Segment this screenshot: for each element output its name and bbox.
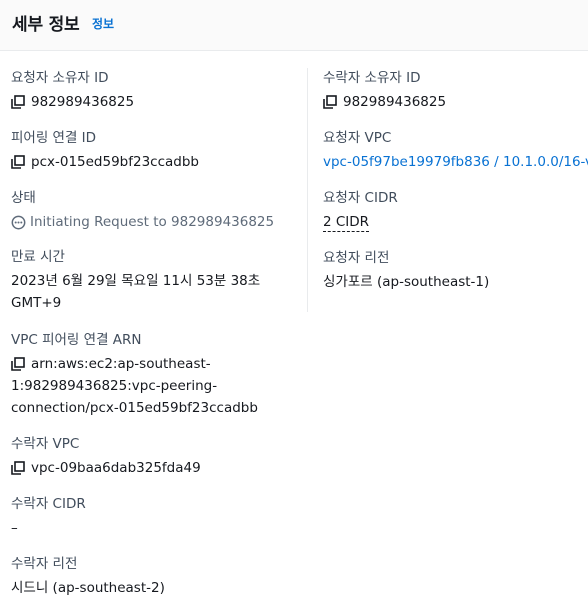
field-label: 요청자 소유자 ID: [11, 70, 109, 86]
field-label: 만료 시간: [11, 249, 65, 265]
arn-line-2: 1:982989436825:vpc-peering-: [11, 378, 218, 394]
field-label: 상태: [11, 190, 36, 206]
peering-arn-value: arn:aws:ec2:ap-southeast- 1:982989436825…: [11, 353, 258, 419]
accepter-cidr-field: 수락자 CIDR –: [11, 495, 86, 539]
requester-cidr-popover-trigger[interactable]: 2 CIDR: [323, 214, 370, 232]
requester-vpc-link[interactable]: vpc-05f97be19979fb836 / 10.1.0.0/16-vpc: [323, 151, 588, 173]
accepter-region-field: 수락자 리전 시드니 (ap-southeast-2): [11, 555, 165, 599]
pending-status-icon: [11, 215, 26, 229]
field-label: 요청자 리전: [323, 250, 390, 266]
status-text: Initiating Request to 982989436825: [30, 214, 275, 230]
right-column: 수락자 소유자 ID 982989436825 요청자 VPC vpc-05f9…: [307, 68, 588, 312]
requester-cidr-field: 요청자 CIDR 2 CIDR: [323, 189, 398, 233]
expiry-time-line-1: 2023년 6월 29일 목요일 11시 53분 38초: [11, 273, 261, 289]
expiry-time-value: 2023년 6월 29일 목요일 11시 53분 38초 GMT+9: [11, 270, 260, 314]
accepter-vpc-value: vpc-09baa6dab325fda49: [31, 460, 201, 476]
copy-icon[interactable]: [11, 461, 25, 475]
copy-icon[interactable]: [11, 95, 25, 109]
field-label: 요청자 VPC: [323, 130, 392, 146]
arn-line-3: connection/pcx-015ed59bf23ccadbb: [11, 400, 258, 416]
field-label: 요청자 CIDR: [323, 190, 398, 206]
accepter-vpc-field: 수락자 VPC vpc-09baa6dab325fda49: [11, 435, 201, 479]
copy-icon[interactable]: [323, 95, 337, 109]
expiry-time-line-2: GMT+9: [11, 295, 62, 311]
copy-icon[interactable]: [11, 357, 25, 371]
status-indicator: Initiating Request to 982989436825: [11, 211, 274, 233]
requester-region-value: 싱가포르 (ap-southeast-1): [323, 274, 490, 290]
arn-line-1: arn:aws:ec2:ap-southeast-: [31, 356, 211, 372]
expiry-time-field: 만료 시간 2023년 6월 29일 목요일 11시 53분 38초 GMT+9: [11, 248, 260, 314]
accepter-owner-id-field: 수락자 소유자 ID 982989436825: [323, 69, 446, 113]
requester-owner-id-value: 982989436825: [31, 94, 135, 110]
accepter-cidr-value: –: [11, 520, 18, 536]
requester-owner-id-field: 요청자 소유자 ID 982989436825: [11, 69, 134, 113]
field-label: 수락자 리전: [11, 556, 78, 572]
status-field: 상태 Initiating Request to 982989436825: [11, 189, 274, 233]
accepter-region-value: 시드니 (ap-southeast-2): [11, 580, 165, 596]
requester-vpc-field: 요청자 VPC vpc-05f97be19979fb836 / 10.1.0.0…: [323, 129, 588, 173]
copy-icon[interactable]: [11, 155, 25, 169]
details-header: 세부 정보 정보: [0, 0, 588, 51]
field-label: 수락자 CIDR: [11, 496, 86, 512]
peering-connection-id-value: pcx-015ed59bf23ccadbb: [31, 154, 199, 170]
requester-region-field: 요청자 리전 싱가포르 (ap-southeast-1): [323, 249, 489, 293]
section-title: 세부 정보: [12, 15, 80, 35]
left-column: 요청자 소유자 ID 982989436825 피어링 연결 ID pcx-01…: [0, 52, 306, 604]
field-label: 피어링 연결 ID: [11, 130, 97, 146]
peering-arn-field: VPC 피어링 연결 ARN arn:aws:ec2:ap-southeast-…: [11, 331, 258, 419]
peering-connection-id-field: 피어링 연결 ID pcx-015ed59bf23ccadbb: [11, 129, 199, 173]
field-label: 수락자 VPC: [11, 436, 80, 452]
accepter-owner-id-value: 982989436825: [343, 94, 447, 110]
info-link[interactable]: 정보: [92, 15, 114, 32]
field-label: 수락자 소유자 ID: [323, 70, 421, 86]
field-label: VPC 피어링 연결 ARN: [11, 332, 142, 348]
